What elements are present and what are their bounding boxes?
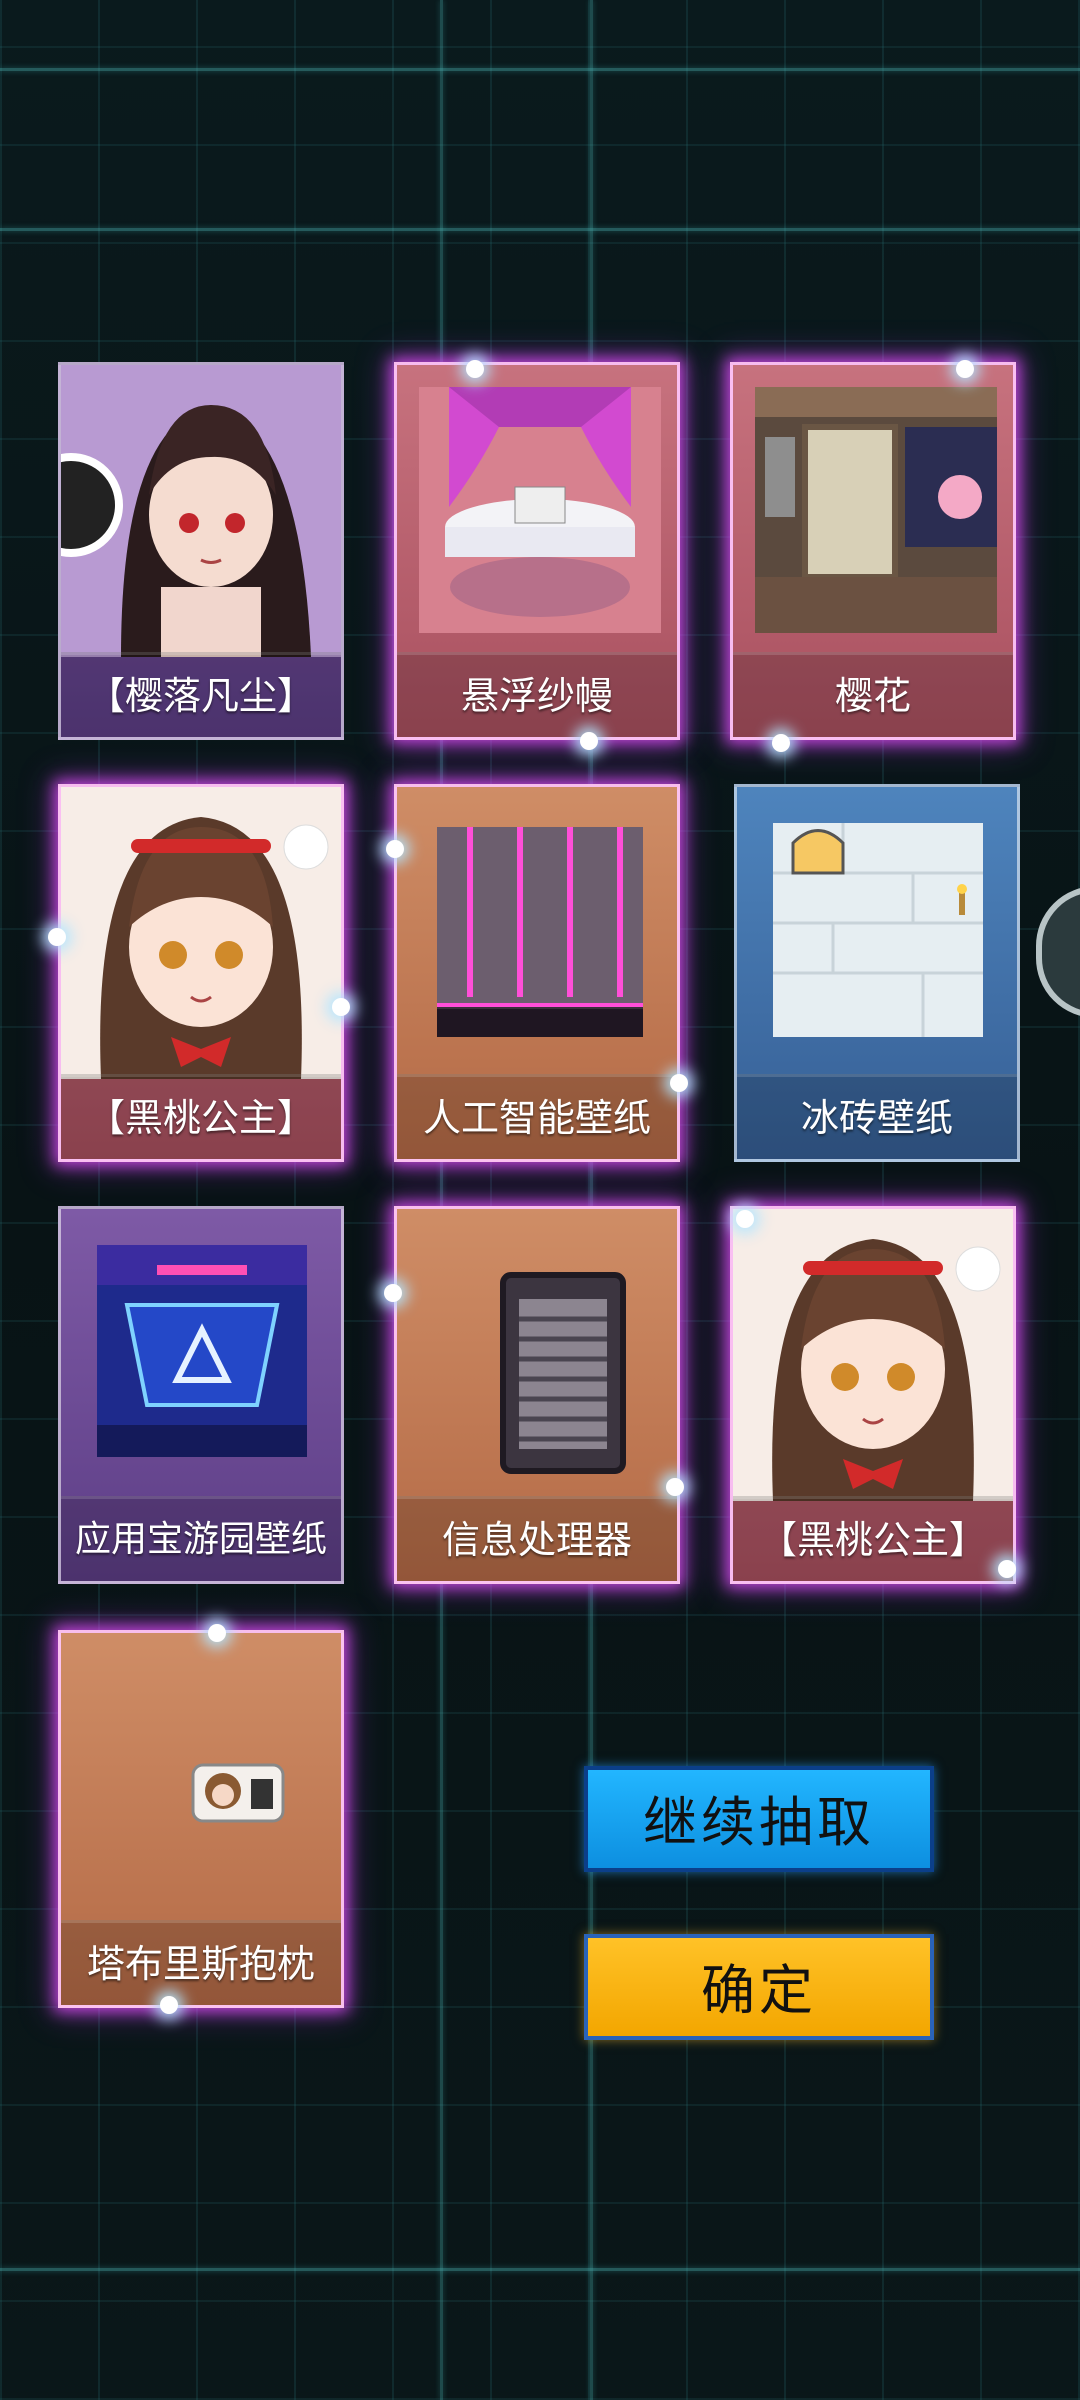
reward-card-10[interactable]: 塔布里斯抱枕 xyxy=(58,1630,344,2008)
reward-card-7[interactable]: 应用宝游园壁纸 xyxy=(58,1206,344,1584)
item-label: 信息处理器 xyxy=(397,1496,677,1581)
neon-wall-icon xyxy=(437,827,643,1037)
reward-card-1[interactable]: 【樱落凡尘】 xyxy=(58,362,344,740)
sparkle-effect xyxy=(466,360,484,378)
grid-line xyxy=(0,2268,1080,2271)
sparkle-effect xyxy=(384,1284,402,1302)
grid-line xyxy=(440,0,443,2400)
canopy-bed-icon xyxy=(419,387,661,633)
reward-card-2[interactable]: 悬浮纱幔 xyxy=(394,362,680,740)
sparkle-effect xyxy=(670,1074,688,1092)
girl-portrait-icon xyxy=(733,1209,1013,1501)
item-label: 冰砖壁纸 xyxy=(737,1074,1017,1159)
item-label: 【樱落凡尘】 xyxy=(61,652,341,737)
sparkle-effect xyxy=(772,734,790,752)
item-label: 【黑桃公主】 xyxy=(61,1074,341,1159)
sparkle-effect xyxy=(386,840,404,858)
server-rack-icon xyxy=(419,1231,661,1477)
grid-line xyxy=(0,68,1080,71)
item-label: 【黑桃公主】 xyxy=(733,1496,1013,1581)
grid-line xyxy=(590,0,593,2400)
sparkle-effect xyxy=(48,928,66,946)
reward-card-6[interactable]: 冰砖壁纸 xyxy=(734,784,1020,1162)
game-arena-icon xyxy=(97,1245,307,1457)
item-label: 塔布里斯抱枕 xyxy=(61,1920,341,2005)
reward-card-4[interactable]: 【黑桃公主】 xyxy=(58,784,344,1162)
sparkle-effect xyxy=(332,998,350,1016)
sparkle-effect xyxy=(998,1560,1016,1578)
sparkle-effect xyxy=(666,1478,684,1496)
reward-card-5[interactable]: 人工智能壁纸 xyxy=(394,784,680,1162)
grid-line xyxy=(0,228,1080,231)
sparkle-effect xyxy=(208,1624,226,1642)
item-label: 应用宝游园壁纸 xyxy=(61,1496,341,1581)
girl-portrait-icon xyxy=(61,787,341,1079)
girl-portrait-icon xyxy=(61,365,341,657)
item-label: 人工智能壁纸 xyxy=(397,1074,677,1159)
sparkle-effect xyxy=(580,732,598,750)
sparkle-effect xyxy=(736,1210,754,1228)
sparkle-effect xyxy=(956,360,974,378)
japanese-room-icon xyxy=(755,387,997,633)
reward-card-3[interactable]: 樱花 xyxy=(730,362,1016,740)
sparkle-effect xyxy=(160,1996,178,2014)
reward-card-8[interactable]: 信息处理器 xyxy=(394,1206,680,1584)
body-pillow-icon xyxy=(83,1655,325,1901)
ice-brick-wall-icon xyxy=(773,823,983,1037)
grid-background xyxy=(0,0,1080,2400)
item-label: 樱花 xyxy=(733,652,1013,737)
item-label: 悬浮纱幔 xyxy=(397,652,677,737)
continue-draw-button[interactable]: 继续抽取 xyxy=(584,1766,934,1872)
confirm-button[interactable]: 确定 xyxy=(584,1934,934,2040)
reward-card-9[interactable]: 【黑桃公主】 xyxy=(730,1206,1016,1584)
